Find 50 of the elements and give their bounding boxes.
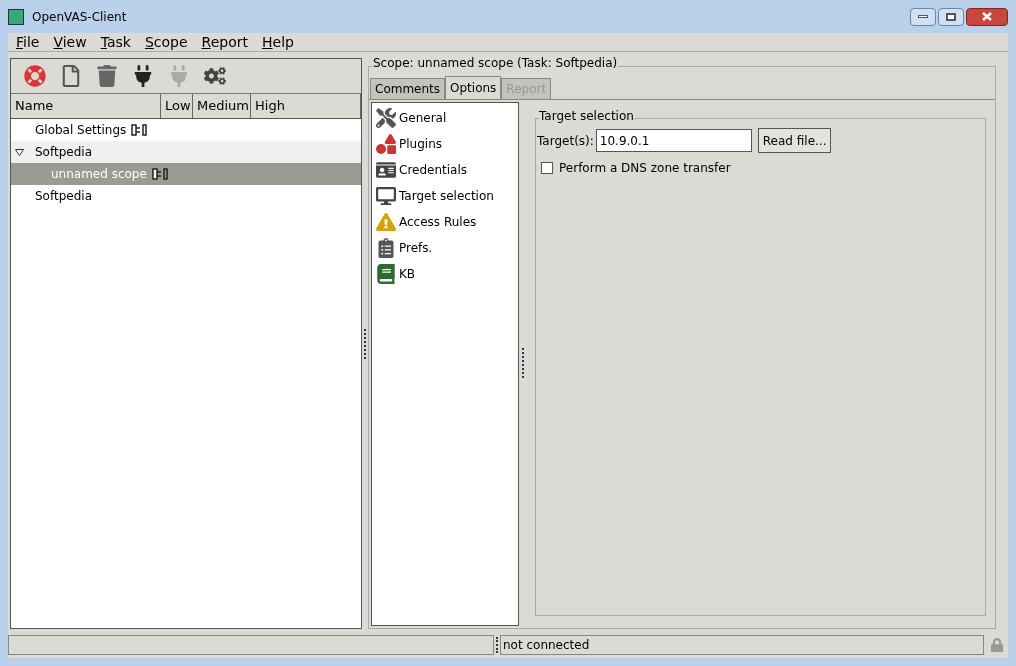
minimize-button[interactable]	[910, 7, 936, 26]
frame-title: Scope: unnamed scope (Task: Softpedia)	[372, 57, 619, 69]
close-icon	[982, 12, 992, 21]
option-item[interactable]: Prefs.	[399, 239, 433, 257]
maximize-button[interactable]	[938, 7, 964, 26]
option-icon	[376, 160, 396, 180]
tree-label: Softpedia	[35, 188, 92, 205]
tree-label: Global Settings	[35, 122, 127, 139]
menu-item[interactable]: Report	[201, 31, 248, 53]
app-icon	[8, 8, 24, 25]
tree-row[interactable]: Softpedia	[11, 141, 361, 163]
menu-item[interactable]: View	[53, 31, 87, 53]
read-file-button[interactable]: Read file...	[757, 128, 832, 153]
window-title: OpenVAS-Client	[32, 8, 127, 26]
status-text: not connected	[500, 635, 984, 655]
expander-icon[interactable]	[15, 148, 24, 156]
splitter-handle[interactable]	[521, 348, 524, 378]
menu-item[interactable]: File	[16, 31, 40, 53]
option-icon	[376, 134, 396, 154]
column-header[interactable]: Low	[161, 94, 193, 118]
tab[interactable]: Comments	[370, 78, 446, 99]
column-header[interactable]: High	[251, 94, 361, 118]
option-item[interactable]: KB	[399, 265, 416, 283]
menu-item[interactable]: Task	[100, 31, 131, 53]
column-header[interactable]: Name	[11, 94, 161, 118]
option-icon	[376, 212, 396, 232]
checkbox[interactable]	[541, 162, 553, 174]
option-item[interactable]: Credentials	[399, 161, 467, 179]
tree-label: Softpedia	[35, 144, 92, 161]
option-icon	[376, 238, 396, 258]
tab[interactable]: Options	[445, 76, 502, 99]
tree-label: unnamed scope	[51, 166, 147, 183]
option-item[interactable]: Access Rules	[399, 213, 477, 231]
field-label: Target(s):	[537, 132, 594, 150]
option-item[interactable]: General	[399, 109, 447, 127]
lock-icon	[990, 638, 1004, 652]
targets-field[interactable]: 10.9.0.1	[595, 129, 752, 152]
menu-item[interactable]: Scope	[144, 31, 188, 53]
option-icon	[376, 264, 396, 284]
option-icon	[376, 186, 396, 206]
option-item[interactable]: Target selection	[399, 187, 494, 205]
checkbox-label: Perform a DNS zone transfer	[559, 160, 731, 177]
splitter-handle[interactable]	[496, 637, 498, 653]
option-icon	[376, 108, 396, 128]
close-button[interactable]	[966, 7, 1008, 26]
column-header[interactable]: Medium	[193, 94, 251, 118]
menu-item[interactable]: Help	[262, 31, 294, 53]
option-item[interactable]: Plugins	[399, 135, 442, 153]
frame-title: Target selection	[539, 110, 634, 122]
splitter-handle[interactable]	[364, 328, 366, 359]
